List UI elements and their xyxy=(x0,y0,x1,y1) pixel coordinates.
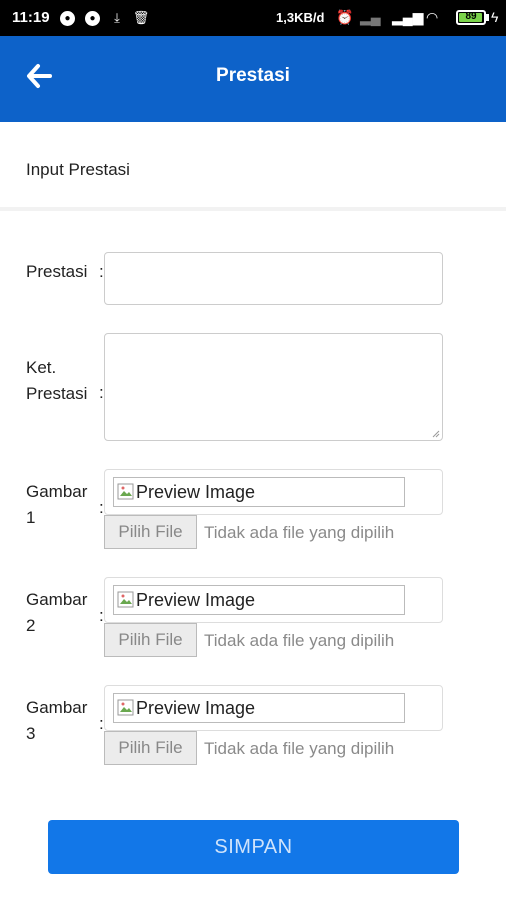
image-alt-text: Preview Image xyxy=(136,481,256,502)
app-bar: Prestasi xyxy=(0,36,506,122)
gambar-label-line2: 3 xyxy=(26,724,36,743)
gambar-2-label: Gambar 2 xyxy=(26,587,87,639)
broken-image-icon xyxy=(117,591,134,608)
file-status-text: Tidak ada file yang dipilih xyxy=(204,523,395,542)
resize-grip-icon[interactable] xyxy=(432,430,440,438)
image-alt-text: Preview Image xyxy=(136,589,256,610)
chrome-icon: ● xyxy=(60,11,75,26)
status-bar: 11:19 ● ● ⤓ 🗑 1,3KB/d ⏰ ▂▄ ▂▄▆ ◠ 89 ϟ xyxy=(0,0,506,36)
ket-prestasi-label: Ket. Prestasi xyxy=(26,355,87,407)
ket-label-line2: Prestasi xyxy=(26,384,88,403)
ket-label-line1: Ket. xyxy=(26,358,57,377)
battery-tip xyxy=(486,14,489,21)
gambar-label-line1: Gambar xyxy=(26,590,88,609)
save-button[interactable]: SIMPAN xyxy=(48,820,459,874)
gambar-label-line2: 2 xyxy=(26,616,36,635)
file-status-text: Tidak ada file yang dipilih xyxy=(204,739,395,758)
charging-icon: ϟ xyxy=(491,9,499,25)
section-title: Input Prestasi xyxy=(26,160,130,179)
battery-icon: 89 xyxy=(456,10,486,25)
battery-level: 89 xyxy=(465,11,477,22)
image-preview: Preview Image xyxy=(113,585,405,615)
status-time: 11:19 xyxy=(12,9,50,26)
gambar-label-line2: 1 xyxy=(26,508,36,527)
image-preview-box: Preview Image xyxy=(104,469,443,515)
broken-image-icon xyxy=(117,483,134,500)
signal-4g-icon: ▂▄▆ xyxy=(392,9,424,25)
broken-image-icon xyxy=(117,699,134,716)
file-status-text: Tidak ada file yang dipilih xyxy=(204,631,395,650)
image-preview-box: Preview Image xyxy=(104,685,443,731)
image-alt-text: Preview Image xyxy=(136,697,256,718)
signal-icon: ▂▄ xyxy=(360,9,381,25)
image-preview: Preview Image xyxy=(113,477,405,507)
image-preview: Preview Image xyxy=(113,693,405,723)
image-preview-box: Preview Image xyxy=(104,577,443,623)
prestasi-input[interactable] xyxy=(104,252,443,305)
gambar-label-line1: Gambar xyxy=(26,698,88,717)
divider xyxy=(0,207,506,211)
download-icon: ⤓ xyxy=(114,10,120,25)
trash-icon: 🗑 xyxy=(132,10,150,25)
gambar-3-label: Gambar 3 xyxy=(26,695,87,747)
page-title: Prestasi xyxy=(216,65,290,86)
prestasi-label: Prestasi xyxy=(26,262,88,281)
chrome-icon: ● xyxy=(85,11,100,26)
network-speed: 1,3KB/d xyxy=(276,10,325,25)
gambar-label-line1: Gambar xyxy=(26,482,88,501)
alarm-icon: ⏰ xyxy=(336,9,354,25)
ket-prestasi-textarea[interactable] xyxy=(104,333,443,441)
wifi-icon: ◠ xyxy=(426,9,439,25)
choose-file-button[interactable]: Pilih File xyxy=(104,623,197,657)
choose-file-button[interactable]: Pilih File xyxy=(104,515,197,549)
choose-file-button[interactable]: Pilih File xyxy=(104,731,197,765)
gambar-1-label: Gambar 1 xyxy=(26,479,87,531)
